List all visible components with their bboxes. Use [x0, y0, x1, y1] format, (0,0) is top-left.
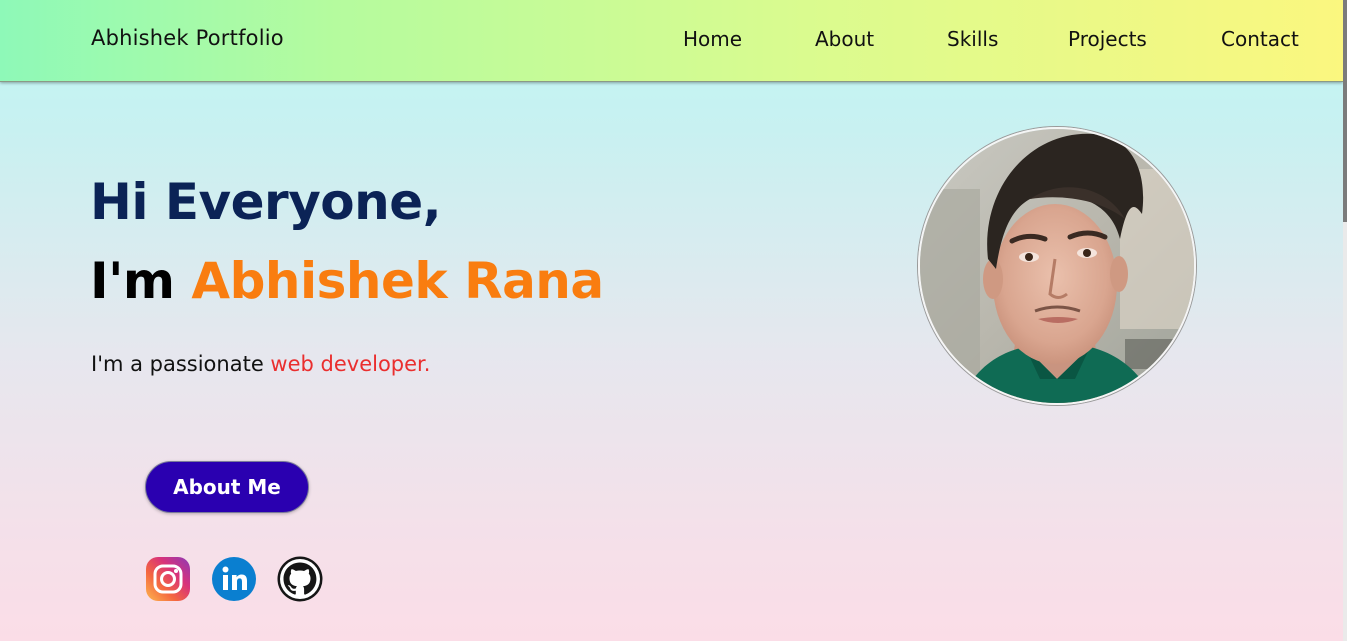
- about-me-button[interactable]: About Me: [145, 461, 309, 513]
- tagline-role: web developer.: [270, 352, 431, 376]
- brand-logo[interactable]: Abhishek Portfolio: [91, 26, 284, 50]
- hero-name: Abhishek Rana: [191, 252, 604, 310]
- linkedin-link[interactable]: [211, 556, 257, 602]
- linkedin-icon: [212, 557, 256, 601]
- nav-link-contact[interactable]: Contact: [1221, 27, 1299, 51]
- tagline: I'm a passionate web developer.: [91, 352, 430, 376]
- github-icon: [277, 556, 323, 602]
- profile-portrait-image: [920, 129, 1194, 403]
- tagline-prefix: I'm a passionate: [91, 352, 271, 376]
- nav-link-about[interactable]: About: [815, 27, 874, 51]
- greeting-heading: Hi Everyone,: [90, 173, 442, 231]
- scrollbar-thumb[interactable]: [1343, 0, 1347, 222]
- github-link[interactable]: [277, 556, 323, 602]
- intro-prefix: I'm: [90, 252, 192, 310]
- profile-photo: [918, 127, 1196, 405]
- scrollbar-track[interactable]: [1343, 0, 1347, 641]
- nav-link-projects[interactable]: Projects: [1068, 27, 1147, 51]
- nav-link-skills[interactable]: Skills: [947, 27, 998, 51]
- instagram-link[interactable]: [145, 556, 191, 602]
- intro-heading: I'm Abhishek Rana: [90, 252, 604, 310]
- instagram-icon: [146, 557, 190, 601]
- navbar: Abhishek Portfolio Home About Skills Pro…: [0, 0, 1343, 82]
- nav-link-home[interactable]: Home: [683, 27, 742, 51]
